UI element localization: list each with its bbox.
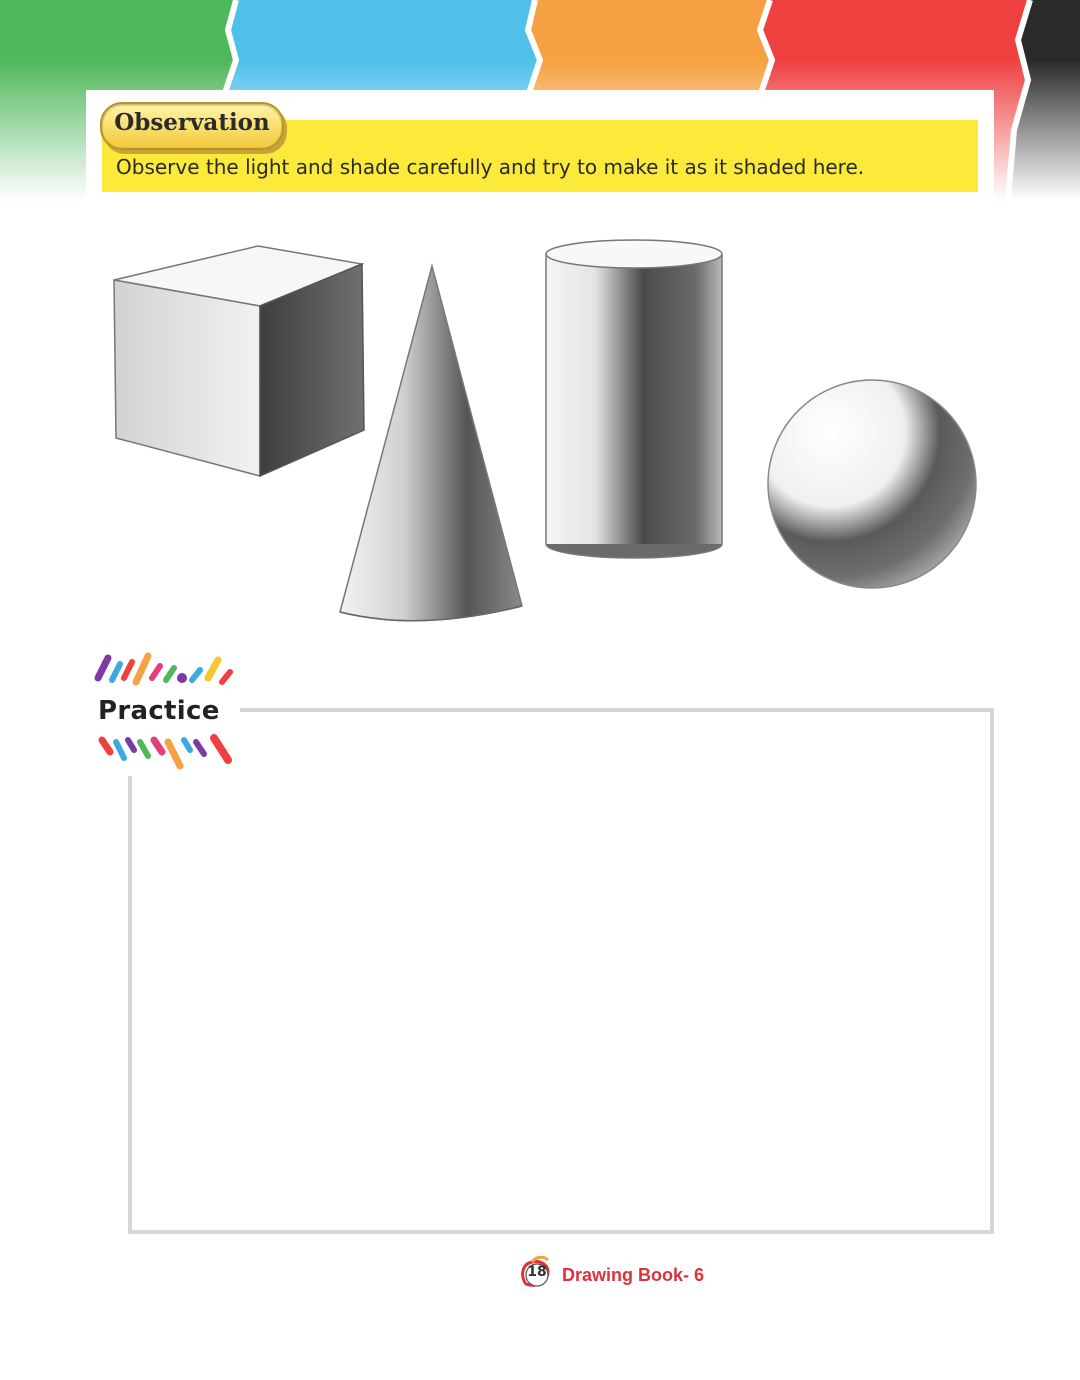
cube-drawing (113, 245, 365, 478)
cone-drawing (339, 263, 523, 622)
observation-badge-label: Observation (114, 109, 270, 136)
page-footer: 18 Drawing Book- 6 (518, 1254, 738, 1294)
page-number: 18 (527, 1264, 547, 1280)
observation-badge: Observation (100, 102, 284, 150)
shaded-shapes-illustration (100, 232, 1000, 636)
practice-drawing-area[interactable] (128, 708, 994, 1234)
sphere-drawing (767, 379, 977, 589)
cylinder-drawing (545, 239, 723, 559)
instruction-text: Observe the light and shade carefully an… (116, 155, 865, 179)
observation-section: Observation Observe the light and shade … (86, 90, 994, 198)
book-title: Drawing Book- 6 (562, 1265, 705, 1285)
practice-title: Practice (98, 696, 220, 726)
